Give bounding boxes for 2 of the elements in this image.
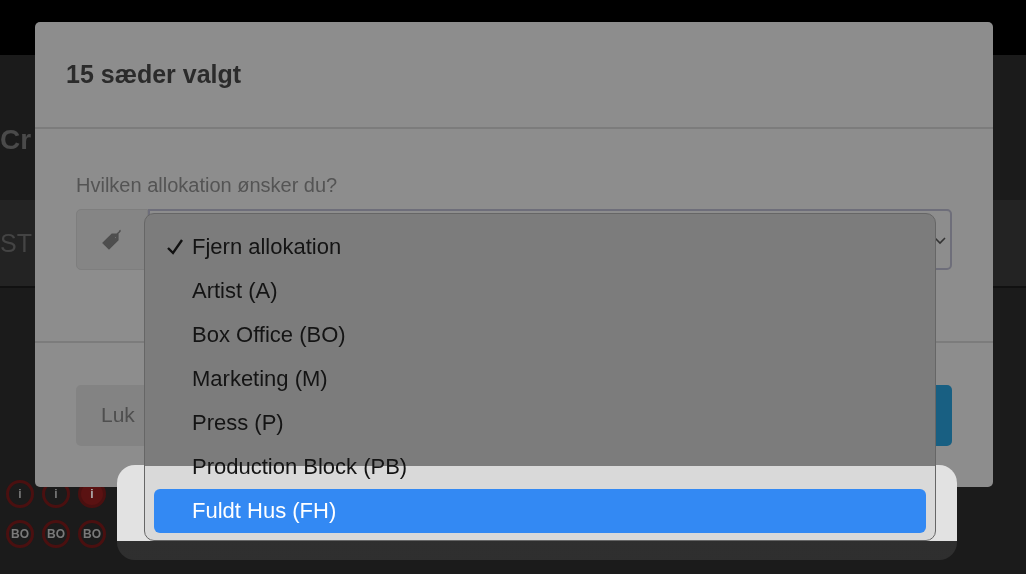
field-label: Hvilken allokation ønsker du? [76, 174, 339, 197]
modal-title: 15 sæder valgt [66, 60, 242, 89]
